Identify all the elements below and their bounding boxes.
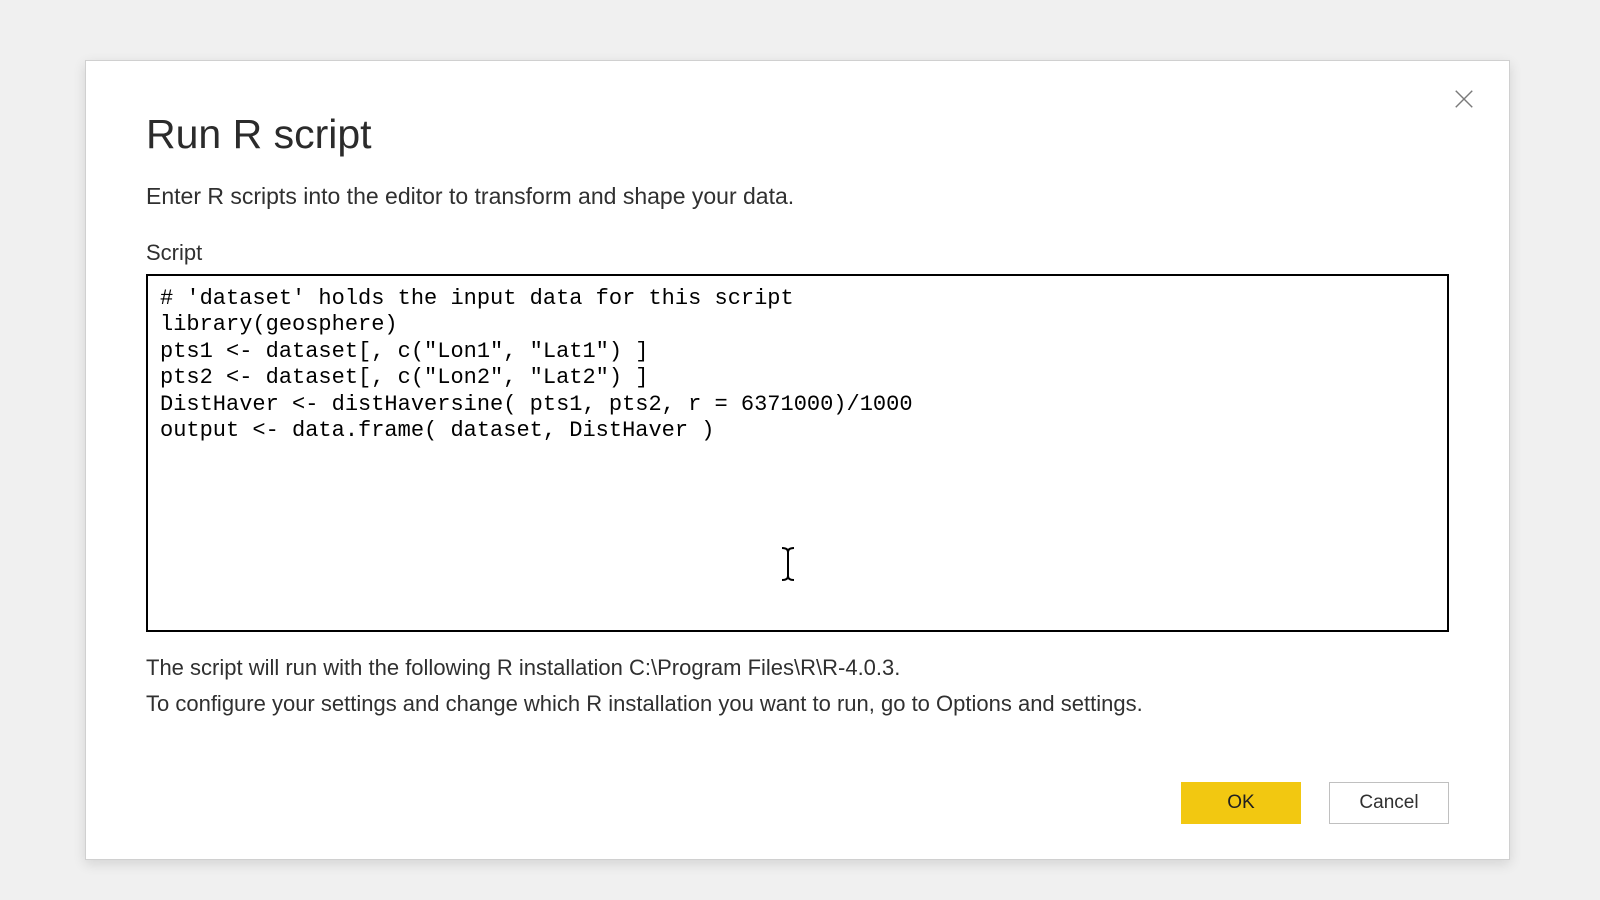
dialog-button-row: OK Cancel <box>146 757 1449 824</box>
close-button[interactable] <box>1444 79 1484 119</box>
footer-text: The script will run with the following R… <box>146 650 1449 723</box>
script-editor[interactable] <box>146 274 1449 632</box>
r-installation-path-text: The script will run with the following R… <box>146 650 1449 686</box>
close-icon <box>1453 88 1475 110</box>
dialog-subtitle: Enter R scripts into the editor to trans… <box>146 183 1449 210</box>
r-script-dialog: Run R script Enter R scripts into the ed… <box>85 60 1510 860</box>
r-settings-hint-text: To configure your settings and change wh… <box>146 686 1449 722</box>
dialog-title: Run R script <box>146 111 1449 158</box>
cancel-button[interactable]: Cancel <box>1329 782 1449 824</box>
script-field-label: Script <box>146 240 1449 266</box>
ok-button[interactable]: OK <box>1181 782 1301 824</box>
